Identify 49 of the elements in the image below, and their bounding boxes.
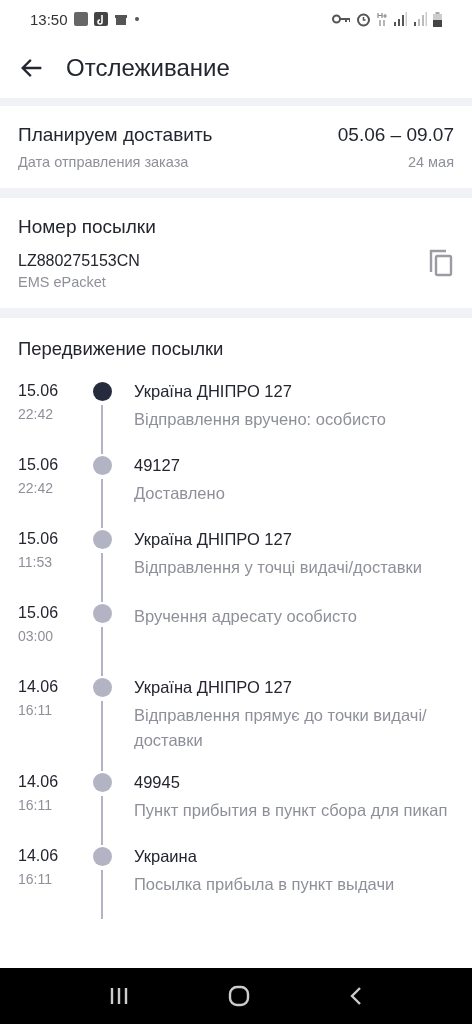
- recent-apps-icon[interactable]: [109, 987, 130, 1005]
- event-time: 16:11: [18, 702, 53, 718]
- event-description: Доставлено: [134, 483, 226, 504]
- battery-icon: [433, 11, 442, 27]
- clock: 13:50: [30, 10, 68, 28]
- event-description: Пункт прибытия в пункт сбора для пикап: [134, 800, 449, 821]
- event-place: Україна ДНІПРО 127: [134, 530, 293, 549]
- delivery-title: Планируем доставить: [18, 124, 213, 146]
- event-date: 15.06: [18, 382, 60, 400]
- event-description: Вручення адресату особисто: [134, 606, 358, 627]
- event-time: 22:42: [18, 480, 55, 496]
- event-place: Украина: [134, 847, 198, 866]
- signal-icon: [413, 12, 427, 26]
- event-time: 16:11: [18, 797, 53, 813]
- dot-icon: [133, 16, 140, 22]
- notification-icon: [73, 12, 88, 26]
- event-description: Посылка прибыла в пункт выдачи: [134, 874, 396, 895]
- back-icon[interactable]: [348, 986, 363, 1006]
- event-date: 14.06: [18, 773, 60, 791]
- key-icon: [332, 14, 350, 24]
- home-icon[interactable]: [228, 985, 250, 1007]
- event-description: Відправлення у точці видачі/доставки: [134, 557, 423, 578]
- parcel-title: Номер посылки: [18, 216, 157, 238]
- music-icon: [93, 12, 108, 26]
- shipping-service: EMS ePacket: [18, 274, 107, 290]
- event-time: 22:42: [18, 406, 55, 422]
- data-icon: [377, 12, 387, 26]
- event-time: 16:11: [18, 871, 53, 887]
- order-date-label: Дата отправления заказа: [18, 154, 189, 170]
- page-title: Отслеживание: [66, 54, 230, 82]
- event-place: Україна ДНІПРО 127: [134, 678, 293, 697]
- section-title: Передвижение посылки: [18, 338, 225, 360]
- copy-icon[interactable]: [428, 248, 454, 278]
- event-date: 14.06: [18, 847, 60, 865]
- event-place: Україна ДНІПРО 127: [134, 382, 293, 401]
- tracking-number: LZ880275153CN: [18, 252, 140, 270]
- event-date: 14.06: [18, 678, 60, 696]
- signal-icon: [393, 12, 407, 26]
- event-place: 49127: [134, 456, 181, 475]
- event-place: 49945: [134, 773, 181, 792]
- event-description: Відправлення прямує до точки видачі/ доставки: [134, 705, 428, 751]
- event-time: 03:00: [18, 628, 55, 644]
- event-date: 15.06: [18, 604, 60, 622]
- event-date: 15.06: [18, 456, 60, 474]
- delivery-range: 05.06 – 09.07: [337, 124, 454, 146]
- event-description: Відправлення вручено: особисто: [134, 409, 387, 430]
- order-date: 24 мая: [407, 154, 454, 170]
- event-time: 11:53: [18, 554, 53, 570]
- event-date: 15.06: [18, 530, 60, 548]
